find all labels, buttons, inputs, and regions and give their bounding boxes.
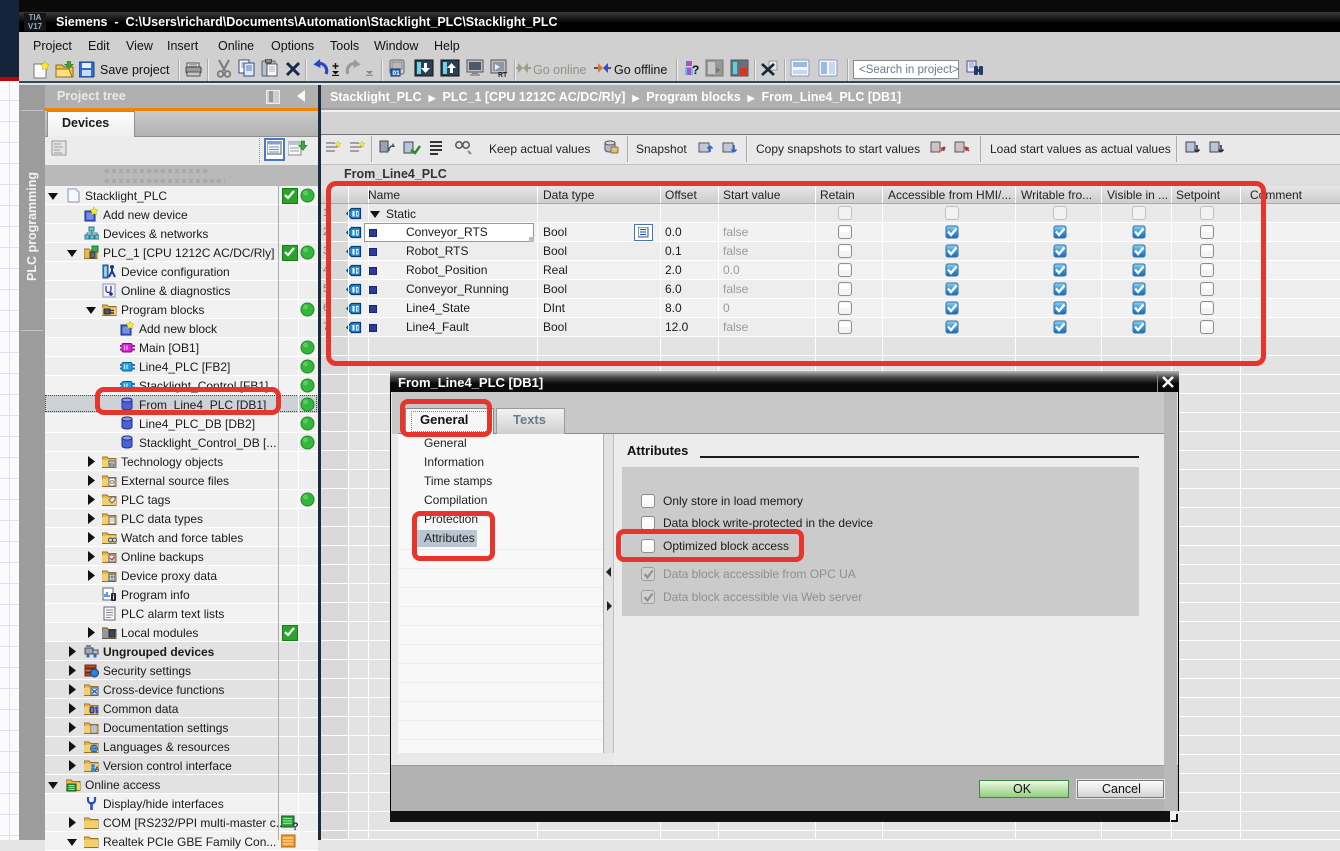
svg-text:01: 01 (393, 70, 401, 77)
svg-text:A: A (95, 767, 99, 773)
svg-text:?: ? (692, 63, 699, 77)
svg-text:RT: RT (498, 72, 508, 78)
svg-text:i: i (113, 595, 115, 602)
